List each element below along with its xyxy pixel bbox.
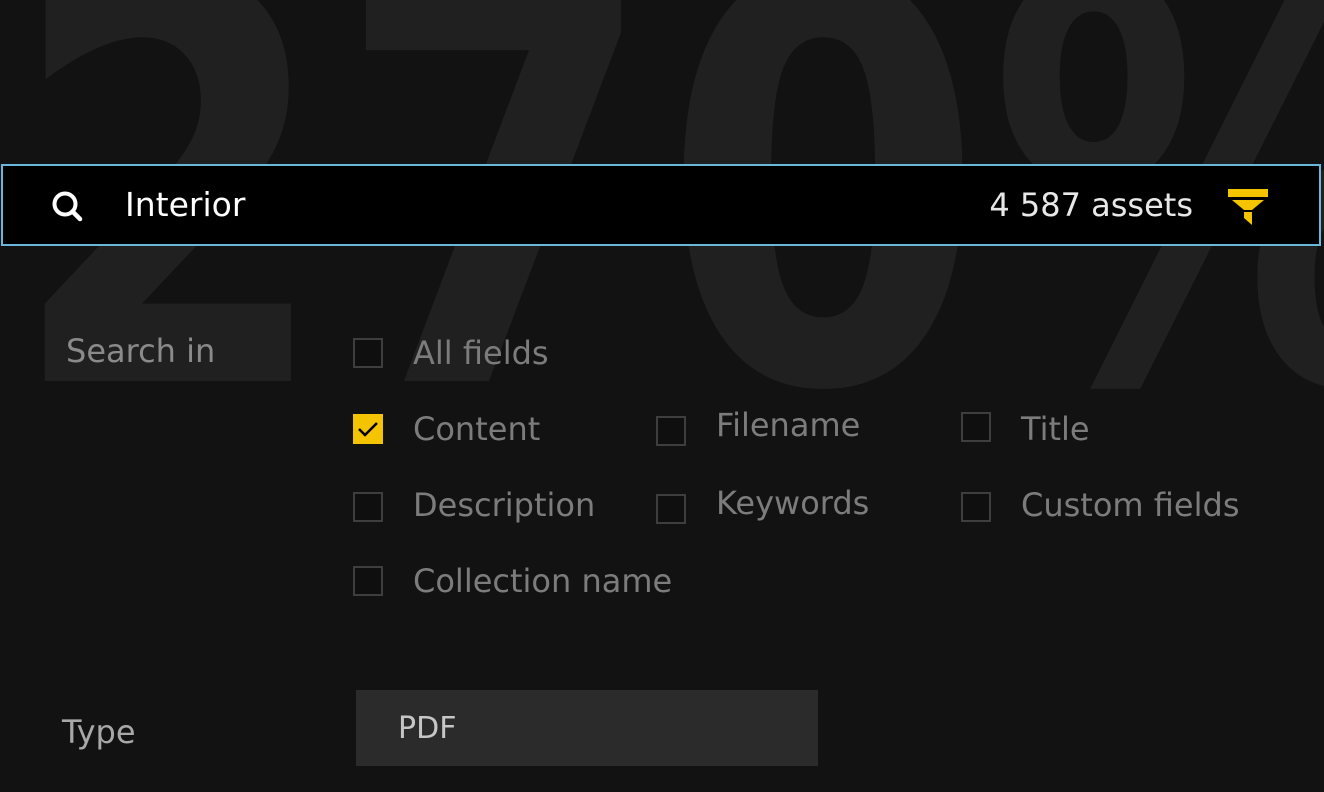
option-label: Filename [716, 406, 861, 444]
option-title[interactable]: Title [961, 410, 1090, 448]
checkbox-keywords[interactable] [656, 494, 686, 524]
checkmark-icon [358, 422, 378, 437]
type-select[interactable]: PDF [356, 690, 818, 766]
option-label: Collection name [413, 562, 673, 600]
option-label: Content [413, 410, 541, 448]
option-filename[interactable]: Filename [656, 404, 860, 446]
option-description[interactable]: Description [353, 486, 595, 524]
option-content[interactable]: Content [353, 410, 540, 448]
checkbox-content[interactable] [353, 414, 383, 444]
option-keywords[interactable]: Keywords [656, 482, 869, 524]
search-bar[interactable]: 4 587 assets [1, 164, 1321, 246]
option-label: Description [413, 486, 596, 524]
checkbox-filename[interactable] [656, 416, 686, 446]
option-label: All fields [413, 334, 549, 372]
search-in-label: Search in [66, 332, 216, 370]
checkbox-all-fields[interactable] [353, 338, 383, 368]
option-all-fields[interactable]: All fields [353, 334, 549, 372]
checkbox-description[interactable] [353, 492, 383, 522]
option-label: Title [1021, 410, 1090, 448]
checkbox-title[interactable] [961, 412, 991, 442]
option-custom-fields[interactable]: Custom fields [961, 486, 1239, 524]
asset-count: 4 587 assets [989, 186, 1193, 224]
type-label: Type [62, 713, 136, 751]
search-input[interactable] [125, 184, 825, 224]
search-icon [52, 191, 83, 222]
type-select-value: PDF [398, 710, 457, 746]
search-filter-panel: 270% 4 587 assets Search in All fields C… [0, 0, 1324, 792]
checkbox-custom-fields[interactable] [961, 492, 991, 522]
option-label: Custom fields [1021, 486, 1240, 524]
option-collection-name[interactable]: Collection name [353, 562, 672, 600]
filter-icon[interactable] [1227, 188, 1269, 226]
checkbox-collection-name[interactable] [353, 566, 383, 596]
option-label: Keywords [716, 484, 870, 522]
